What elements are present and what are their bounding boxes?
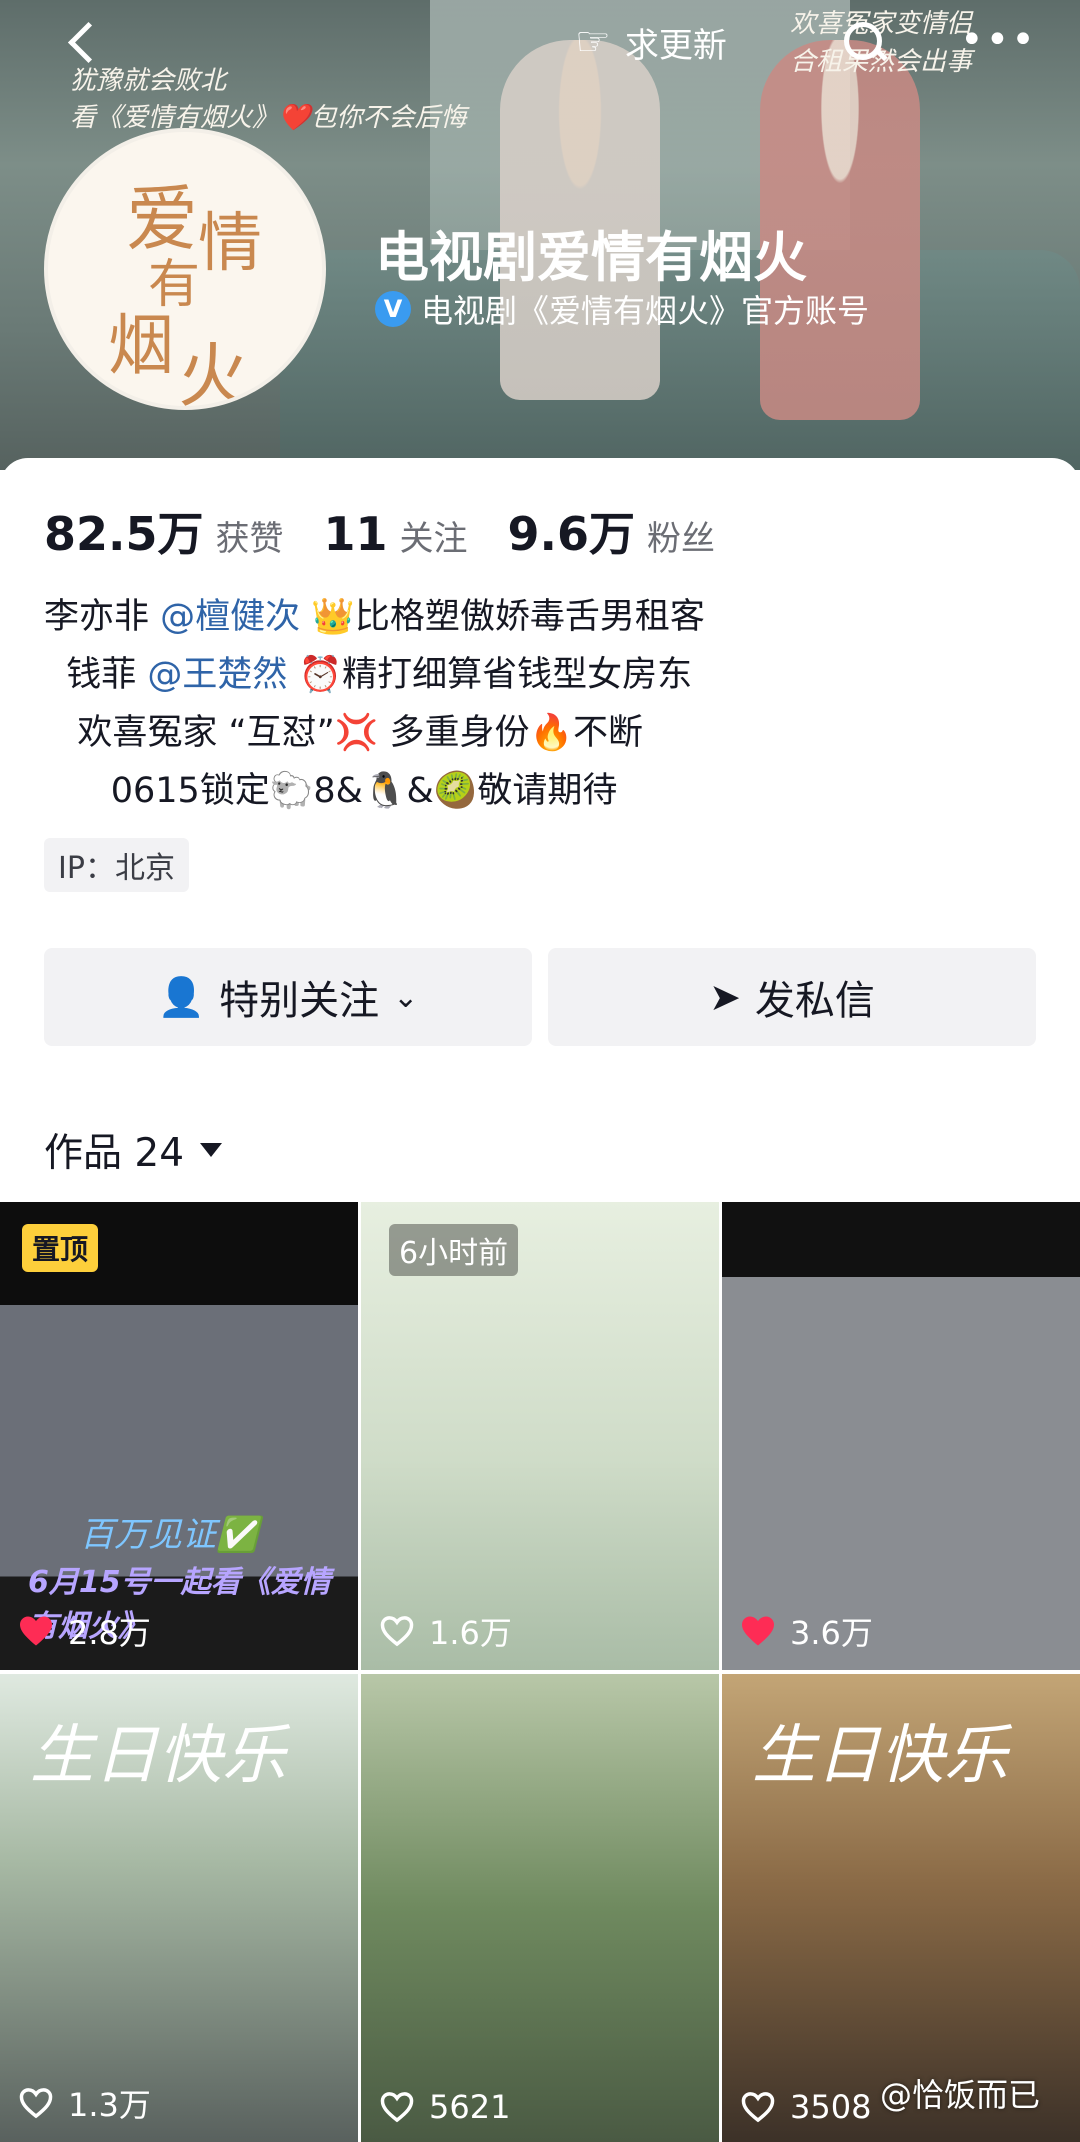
- likes-count: 82.5万: [44, 507, 204, 561]
- user-check-icon: 👤: [157, 974, 206, 1019]
- video-tile[interactable]: 3.6万: [722, 1202, 1080, 1670]
- video-tile[interactable]: 6小时前 1.6万: [361, 1202, 719, 1670]
- bio-line: 0615锁定🐑8&🐧&🥝敬请期待: [44, 771, 618, 811]
- paper-plane-icon: ➤: [709, 975, 741, 1019]
- special-follow-button[interactable]: 👤 特别关注 ⌄: [44, 948, 532, 1046]
- followers-label: 粉丝: [647, 519, 716, 559]
- video-tile[interactable]: 生日快乐 1.3万: [0, 1674, 358, 2142]
- bio-text: 钱菲: [44, 655, 148, 695]
- bio-text: 李亦非: [44, 597, 161, 637]
- video-caption: 百万见证✅: [80, 1515, 259, 1555]
- verified-icon: V: [375, 291, 411, 327]
- like-count-text: 1.3万: [68, 2086, 151, 2124]
- send-message-button[interactable]: ➤ 发私信: [548, 948, 1036, 1046]
- likes-stat[interactable]: 82.5万 获赞: [44, 498, 284, 564]
- like-count: 3.6万: [740, 1608, 873, 1654]
- special-follow-label: 特别关注: [219, 978, 380, 1024]
- works-title: 作品 24: [44, 1131, 185, 1176]
- pointing-hand-icon: ☞: [575, 19, 611, 65]
- following-stat[interactable]: 11 关注: [324, 507, 468, 561]
- like-count: 3508: [740, 2088, 871, 2126]
- request-update-button[interactable]: ☞ 求更新: [575, 10, 765, 74]
- ip-location-tag: IP：北京: [44, 838, 189, 892]
- mention-link[interactable]: @檀健次: [160, 597, 300, 637]
- like-count: 1.3万: [18, 2080, 151, 2126]
- like-count: 2.8万: [18, 1608, 151, 1654]
- chevron-down-icon: ⌄: [393, 979, 419, 1015]
- heart-outline-icon: [18, 2087, 54, 2119]
- bio-text: ⏰精打细算省钱型女房东: [287, 655, 693, 695]
- like-count: 5621: [379, 2088, 510, 2126]
- account-name: 电视剧爱情有烟火: [375, 226, 807, 289]
- time-badge: 6小时前: [389, 1224, 519, 1276]
- bio-line: 欢喜冤家 “互怼”💢 多重身份🔥不断: [44, 713, 644, 753]
- like-count-text: 5621: [429, 2088, 511, 2126]
- top-bar: ☞ 求更新 •••: [0, 0, 1080, 90]
- avatar-char: 情: [198, 207, 262, 281]
- stats-row: 82.5万 获赞 11 关注 9.6万 粉丝: [44, 498, 715, 564]
- profile-bio: 李亦非 @檀健次 👑比格塑傲娇毒舌男租客 钱菲 @王楚然 ⏰精打细算省钱型女房东…: [44, 588, 705, 820]
- video-tile[interactable]: 5621: [361, 1674, 719, 2142]
- profile-avatar[interactable]: 爱 情 有 烟 火: [44, 128, 326, 410]
- like-count: 1.6万: [379, 1608, 512, 1654]
- heart-outline-icon: [740, 2091, 776, 2123]
- back-icon[interactable]: [60, 18, 110, 68]
- pinned-badge: 置顶: [22, 1224, 99, 1272]
- video-title-art: 生日快乐: [30, 1719, 286, 1793]
- bio-text: 👑比格塑傲娇毒舌男租客: [300, 597, 705, 637]
- heart-outline-icon: [379, 1615, 415, 1647]
- bio-line: 李亦非 @檀健次 👑比格塑傲娇毒舌男租客: [44, 588, 705, 646]
- like-count-text: 2.8万: [68, 1614, 151, 1652]
- profile-card: 82.5万 获赞 11 关注 9.6万 粉丝 李亦非 @檀健次 👑比格塑傲娇毒舌…: [0, 458, 1080, 2142]
- followers-count: 9.6万: [507, 507, 636, 561]
- send-message-label: 发私信: [754, 978, 875, 1024]
- heart-outline-icon: [379, 2091, 415, 2123]
- bio-line: 钱菲 @王楚然 ⏰精打细算省钱型女房东: [44, 646, 705, 704]
- avatar-char: 烟: [108, 307, 174, 384]
- caret-down-icon: [200, 1143, 223, 1157]
- avatar-char: 火: [178, 335, 248, 410]
- following-label: 关注: [399, 519, 468, 559]
- works-grid: 置顶 百万见证✅ 6月15号一起看《爱情有烟火》 2.8万 6小时前 1.6万 …: [0, 1202, 1080, 2142]
- request-update-label: 求更新: [624, 25, 727, 66]
- following-count: 11: [323, 507, 388, 561]
- like-count-text: 3508: [790, 2088, 872, 2126]
- mention-link[interactable]: @王楚然: [147, 655, 287, 695]
- verification-line: V 电视剧《爱情有烟火》官方账号: [375, 286, 869, 332]
- works-tab[interactable]: 作品 24: [44, 1122, 223, 1178]
- heart-filled-icon: [740, 1615, 776, 1647]
- video-tile[interactable]: 置顶 百万见证✅ 6月15号一起看《爱情有烟火》 2.8万: [0, 1202, 358, 1670]
- banner-slogan-left-2: 看《爱情有烟火》❤️包你不会后悔: [70, 103, 467, 133]
- action-row: 👤 特别关注 ⌄ ➤ 发私信: [44, 948, 1036, 1046]
- video-title-art: 生日快乐: [752, 1719, 1008, 1793]
- likes-label: 获赞: [215, 519, 284, 559]
- watermark: @恰饭而已: [880, 2076, 1041, 2114]
- like-count-text: 1.6万: [429, 1614, 512, 1652]
- more-icon[interactable]: •••: [960, 20, 1037, 60]
- search-icon[interactable]: [840, 18, 890, 68]
- like-count-text: 3.6万: [790, 1614, 873, 1652]
- followers-stat[interactable]: 9.6万 粉丝: [508, 498, 716, 564]
- verification-text: 电视剧《爱情有烟火》官方账号: [421, 292, 870, 330]
- heart-filled-icon: [18, 1615, 54, 1647]
